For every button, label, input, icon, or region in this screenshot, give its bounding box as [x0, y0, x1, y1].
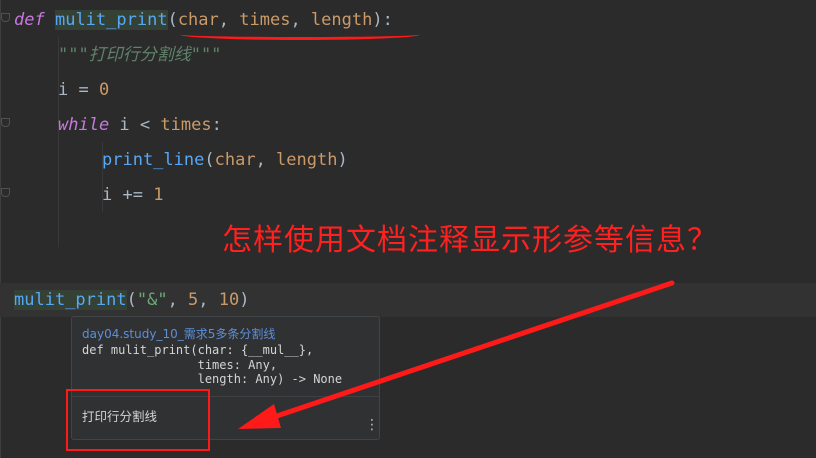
- red-arrow-annotation: [238, 280, 675, 429]
